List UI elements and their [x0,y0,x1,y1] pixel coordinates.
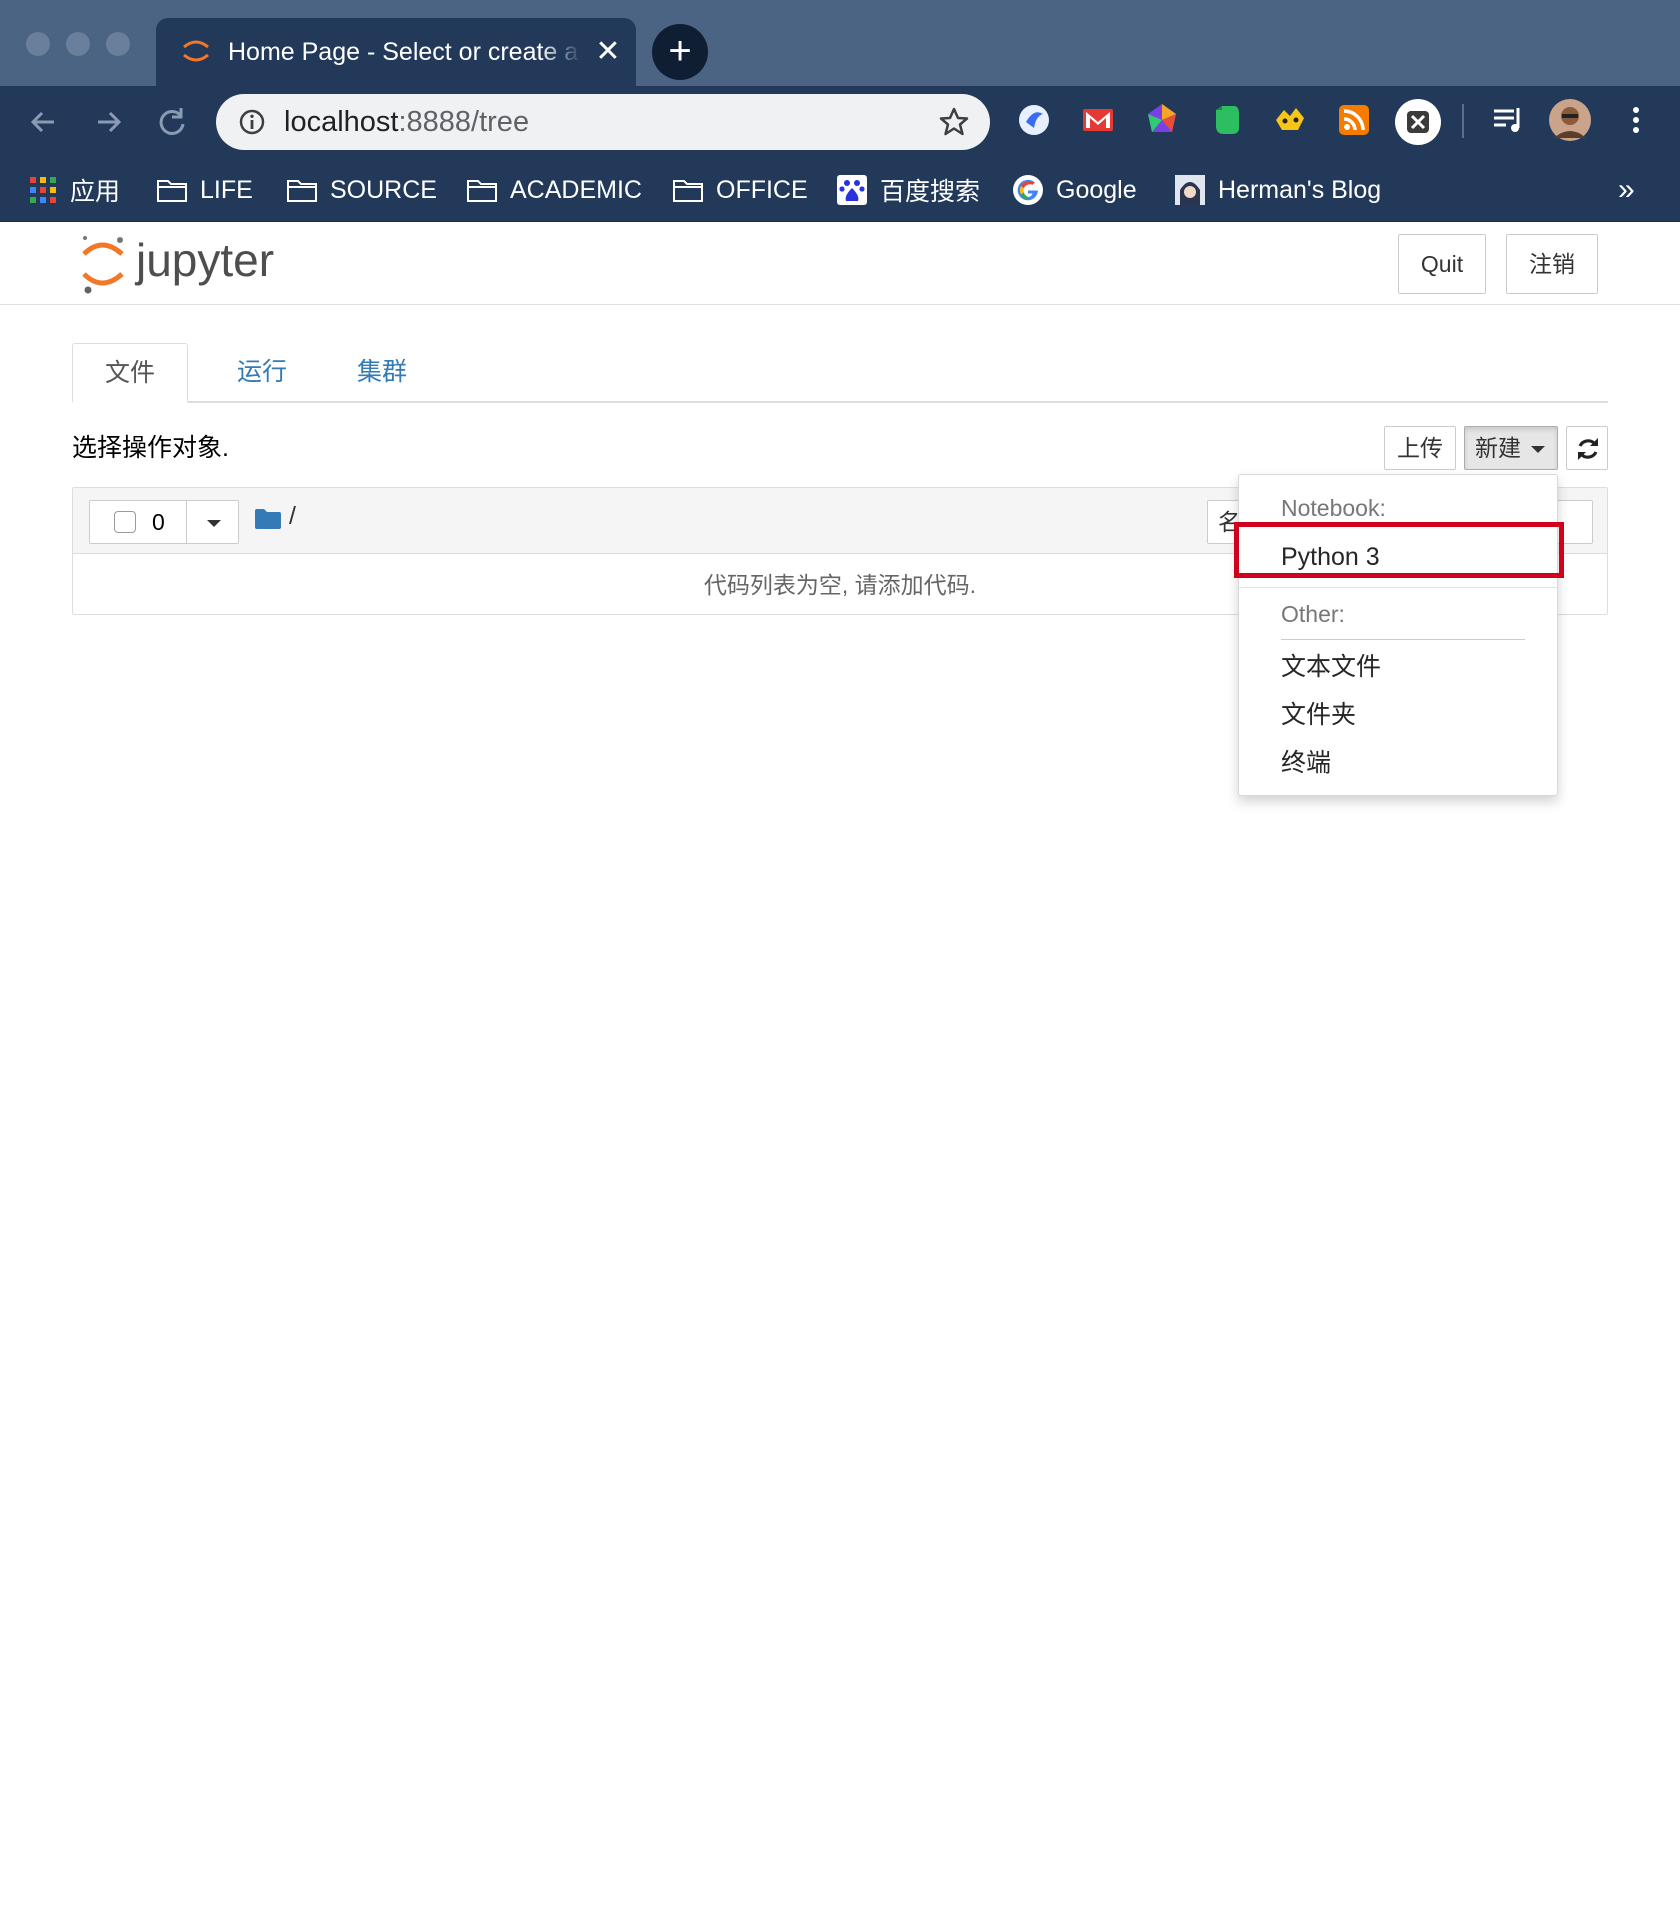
extension-rss-icon[interactable] [1334,100,1374,140]
bookmark-office[interactable]: OFFICE [672,170,808,210]
extension-colorful-icon[interactable] [1142,100,1182,140]
caret-down-icon [207,520,221,527]
bookmarks-bar: 应用 LIFE SOURCE ACADEMIC OFFICE 百度搜索 Goog… [0,158,1680,222]
extension-tampermonkey-icon[interactable] [1270,100,1310,140]
bookmark-label: OFFICE [716,175,808,204]
new-dropdown-button[interactable]: 新建 [1464,426,1558,470]
folder-icon [157,180,187,202]
python3-highlight-box [1234,522,1564,578]
bookmark-label: ACADEMIC [510,175,642,204]
browser-tab-strip: Home Page - Select or create a notebook … [0,0,1680,86]
menu-header-other: Other: [1281,601,1345,627]
tab-running[interactable]: 运行 [206,343,318,403]
caret-down-icon [1531,446,1545,453]
window-close-dot[interactable] [26,32,50,56]
url-text: localhost:8888/tree [284,106,530,138]
bookmark-label: SOURCE [330,175,437,204]
menu-header-notebook: Notebook: [1281,495,1386,521]
folder-icon [287,180,317,202]
bookmark-baidu[interactable]: 百度搜索 [836,170,980,210]
extension-x-icon[interactable] [1394,98,1442,146]
bookmark-academic[interactable]: ACADEMIC [466,170,642,210]
reload-icon[interactable] [150,100,194,144]
folder-icon [467,180,497,202]
browser-menu-icon[interactable] [1616,100,1656,140]
menu-item-text-file[interactable]: 文本文件 [1281,647,1381,683]
selected-count: 0 [152,509,165,535]
google-icon [1013,175,1043,205]
svg-text:jupyter: jupyter [134,234,274,286]
bookmark-apps[interactable]: 应用 [28,170,120,210]
jupyter-logo[interactable]: jupyter [78,230,308,298]
jupyter-favicon-icon [183,40,209,62]
menu-divider [1239,587,1557,588]
menu-item-folder[interactable]: 文件夹 [1281,695,1356,731]
menu-item-terminal[interactable]: 终端 [1281,743,1331,779]
refresh-button[interactable] [1566,426,1608,470]
bookmarks-overflow-button[interactable]: » [1618,170,1635,210]
upload-button[interactable]: 上传 [1384,426,1456,470]
window-zoom-dot[interactable] [106,32,130,56]
extension-sparrow-icon[interactable] [1014,100,1054,140]
tab-files[interactable]: 文件 [72,343,188,403]
bookmark-label: 应用 [70,178,121,206]
baidu-icon [837,175,867,205]
back-arrow-icon[interactable] [22,100,66,144]
menu-divider [1281,639,1525,640]
toolbar-divider [1462,104,1464,138]
bookmark-hermans-blog[interactable]: Herman's Blog [1174,170,1381,210]
blog-avatar-icon [1175,175,1205,205]
folder-icon[interactable] [255,508,281,530]
bookmark-label: LIFE [200,175,253,204]
window-minimize-dot[interactable] [66,32,90,56]
new-tab-button[interactable]: + [652,24,708,80]
profile-avatar-icon[interactable] [1548,98,1592,142]
extension-gmail-icon[interactable] [1078,100,1118,140]
bookmark-label: Herman's Blog [1218,175,1382,204]
bookmark-life[interactable]: LIFE [156,170,253,210]
folder-icon [673,180,703,202]
refresh-icon [1578,438,1598,460]
logout-button[interactable]: 注销 [1506,234,1598,294]
breadcrumb[interactable]: / [289,502,296,531]
select-menu-button[interactable] [187,500,239,544]
forward-arrow-icon[interactable] [86,100,130,144]
extension-evernote-icon[interactable] [1206,100,1246,140]
site-info-icon[interactable] [238,108,266,136]
select-all-control[interactable]: 0 [89,500,187,544]
new-label: 新建 [1475,435,1521,461]
main-tabs: 文件 运行 集群 [72,343,1608,403]
tab-clusters[interactable]: 集群 [326,343,438,403]
selection-hint: 选择操作对象. [72,434,229,462]
jupyter-header: jupyter Quit 注销 [0,222,1680,305]
quit-button[interactable]: Quit [1398,234,1486,294]
browser-toolbar: localhost:8888/tree [0,86,1680,158]
browser-tab-active[interactable]: Home Page - Select or create a notebook … [156,18,636,86]
address-bar[interactable]: localhost:8888/tree [216,94,990,150]
tab-title: Home Page - Select or create a notebook [228,38,582,66]
bookmark-star-icon[interactable] [938,106,970,138]
apps-grid-icon [30,177,56,203]
bookmark-label: 百度搜索 [880,178,981,206]
bookmark-source[interactable]: SOURCE [286,170,437,210]
media-playlist-icon[interactable] [1488,100,1528,140]
tab-close-icon[interactable]: ✕ [590,34,626,70]
bookmark-google[interactable]: Google [1012,170,1137,210]
bookmark-label: Google [1056,175,1137,204]
select-all-checkbox[interactable] [114,511,136,533]
